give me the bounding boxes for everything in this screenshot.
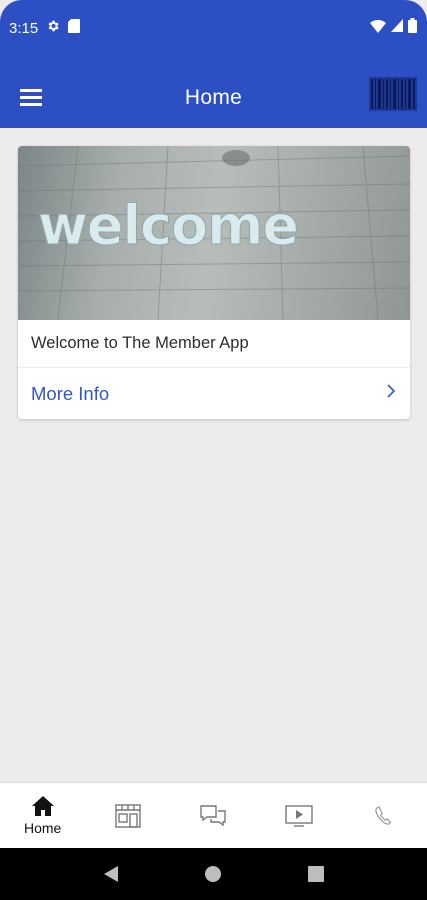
nav-item-video[interactable] — [259, 786, 339, 846]
svg-text:welcome: welcome — [38, 194, 298, 257]
video-icon — [285, 804, 313, 827]
gear-icon — [46, 19, 60, 37]
nav-item-chat[interactable] — [173, 786, 253, 846]
system-recents-button[interactable] — [296, 854, 336, 894]
sim-card-icon — [68, 19, 81, 37]
home-circle-icon — [205, 866, 222, 882]
welcome-image: welcome — [18, 146, 410, 320]
recents-icon — [307, 866, 324, 882]
app-bar: Home — [0, 56, 427, 128]
more-info-link[interactable]: More Info — [18, 368, 410, 419]
bottom-nav: Home — [0, 782, 427, 848]
store-icon — [115, 803, 141, 828]
status-bar: 3:15 — [0, 0, 427, 56]
nav-item-store[interactable] — [88, 786, 168, 846]
welcome-image-art: welcome — [18, 146, 410, 320]
system-nav — [0, 848, 427, 900]
menu-button[interactable] — [20, 89, 42, 107]
chat-icon — [200, 804, 227, 826]
nav-item-home[interactable]: Home — [3, 786, 83, 846]
more-info-label: More Info — [31, 382, 110, 404]
home-icon — [31, 796, 54, 816]
welcome-card[interactable]: welcome Welcome to The Member App More I… — [18, 146, 410, 419]
status-right — [370, 18, 417, 38]
wifi-icon — [370, 19, 386, 38]
hamburger-icon — [20, 89, 42, 92]
status-left: 3:15 — [9, 19, 81, 37]
battery-icon — [408, 18, 417, 38]
barcode-button[interactable] — [369, 77, 417, 111]
chevron-right-icon — [386, 383, 396, 404]
system-home-button[interactable] — [193, 854, 233, 894]
barcode-icon — [369, 77, 417, 111]
nav-item-phone[interactable] — [344, 786, 424, 846]
nav-label-home: Home — [24, 820, 62, 836]
phone-icon — [375, 805, 392, 825]
page-title: Home — [184, 86, 243, 109]
card-text: Welcome to The Member App — [18, 320, 410, 368]
status-time: 3:15 — [9, 19, 39, 37]
signal-icon — [391, 19, 403, 37]
system-back-button[interactable] — [91, 854, 131, 894]
back-icon — [104, 866, 119, 882]
